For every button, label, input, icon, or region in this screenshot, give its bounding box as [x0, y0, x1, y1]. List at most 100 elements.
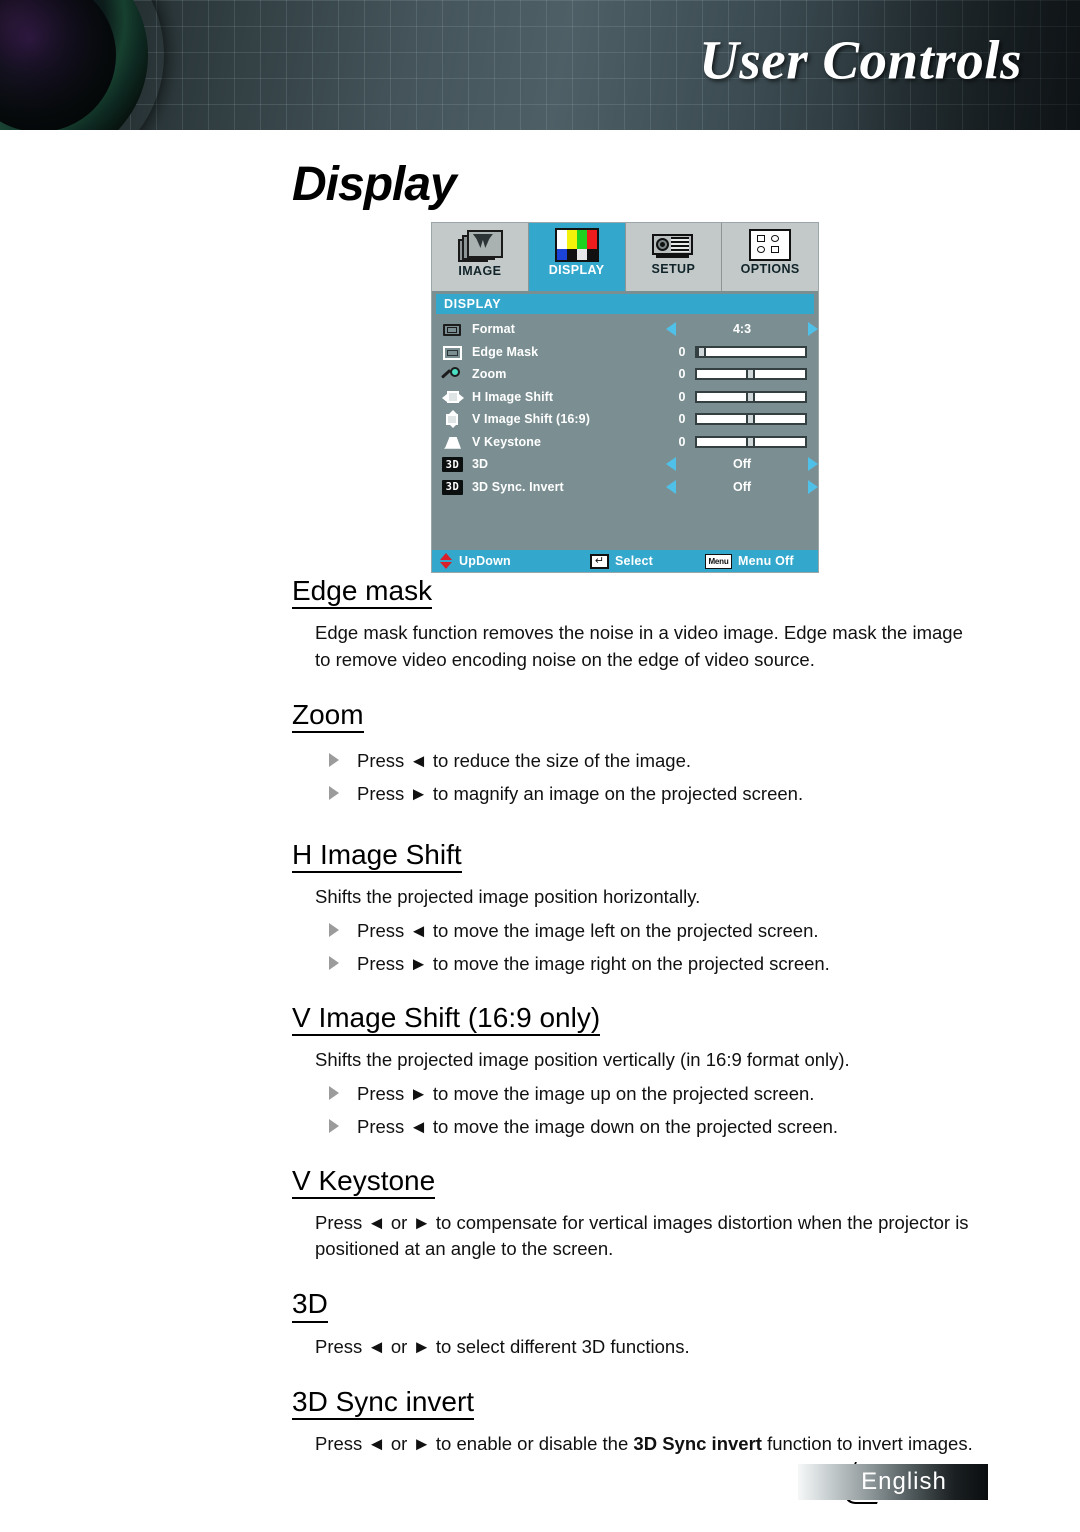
- bullet-arrow-icon: [329, 785, 339, 800]
- slider-knob[interactable]: [697, 345, 707, 358]
- list-item: Press ◄ to move the image left on the pr…: [329, 917, 1080, 946]
- bullet-arrow-icon: [329, 1118, 339, 1133]
- right-arrow-icon[interactable]: [808, 479, 818, 494]
- page-header: User Controls: [0, 0, 1080, 130]
- bullet-arrow-icon: [329, 923, 339, 938]
- bullet-list: Press ► to move the image up on the proj…: [0, 1080, 1080, 1141]
- page-title: Display: [292, 158, 457, 211]
- osd-row-3d[interactable]: 3D 3D Off: [438, 453, 818, 476]
- slider-knob[interactable]: [745, 368, 755, 381]
- osd-tab-display[interactable]: DISPLAY: [528, 223, 626, 291]
- list-item: Press ► to move the image right on the p…: [329, 950, 1080, 979]
- osd-tab-label: SETUP: [651, 262, 696, 276]
- left-arrow-icon[interactable]: [666, 479, 676, 494]
- page-footer: 31 English: [0, 1462, 1080, 1504]
- list-item-text: Press ◄ to move the image left on the pr…: [357, 920, 819, 942]
- slider-knob[interactable]: [745, 390, 755, 403]
- osd-row-v-keystone[interactable]: V Keystone 0: [438, 431, 812, 454]
- list-item-text: Press ◄ to reduce the size of the image.: [357, 750, 692, 772]
- section-paragraph: Press ◄ or ► to compensate for vertical …: [315, 1211, 969, 1260]
- section-paragraph: Shifts the projected image position hori…: [315, 885, 701, 907]
- section-paragraph: Press ◄ or ► to select different 3D func…: [315, 1335, 690, 1357]
- options-grid-icon: [749, 229, 792, 261]
- menu-key-icon: Menu: [705, 553, 732, 569]
- osd-row-label: Zoom: [472, 367, 507, 382]
- osd-row-label: Edge Mask: [472, 344, 539, 359]
- osd-row-control[interactable]: 0: [674, 345, 818, 359]
- list-item-text: Press ◄ to move the image down on the pr…: [357, 1115, 839, 1137]
- osd-row-h-image-shift[interactable]: H Image Shift 0: [438, 386, 812, 409]
- list-item: Press ◄ to reduce the size of the image.: [329, 747, 1080, 776]
- 3d-badge-icon: 3D: [442, 455, 464, 473]
- osd-row-control[interactable]: Off: [666, 479, 818, 494]
- osd-hint-updown: UpDown: [440, 553, 590, 569]
- osd-row-label: H Image Shift: [472, 389, 554, 404]
- osd-slider[interactable]: [695, 413, 807, 426]
- osd-slider[interactable]: [695, 435, 807, 448]
- osd-tab-options[interactable]: OPTIONS: [722, 223, 818, 291]
- osd-row-edge-mask[interactable]: Edge Mask 0: [438, 341, 812, 364]
- osd-hint-bar: UpDown ↵ Select Menu Menu Off: [432, 550, 818, 572]
- osd-row-control[interactable]: 4:3: [666, 322, 818, 337]
- section-heading: Zoom: [292, 699, 364, 734]
- osd-row-label: V Image Shift (16:9): [472, 412, 590, 427]
- osd-menu-screenshot: IMAGE DISPLAY SETUP OPTIONS DISPLAY Form…: [431, 222, 819, 573]
- osd-row-control[interactable]: 0: [674, 390, 818, 404]
- h-image-shift-icon: [442, 388, 464, 406]
- section-paragraph: Edge mask function removes the noise in …: [315, 622, 963, 670]
- slider-knob[interactable]: [745, 413, 755, 426]
- section-heading: V Image Shift (16:9 only): [292, 1002, 601, 1036]
- paragraph-part: Press ◄ or ► to enable or disable the: [315, 1433, 634, 1455]
- osd-row-label: Format: [472, 322, 515, 337]
- section-heading: H Image Shift: [292, 839, 462, 873]
- bullet-list: Press ◄ to move the image left on the pr…: [0, 917, 1080, 978]
- section-paragraph: Shifts the projected image position vert…: [315, 1048, 850, 1070]
- bullet-arrow-icon: [329, 1086, 339, 1101]
- right-arrow-icon[interactable]: [808, 322, 818, 337]
- osd-row-value: Off: [732, 479, 752, 494]
- osd-row-control[interactable]: 0: [674, 412, 818, 426]
- osd-section-title: DISPLAY: [436, 294, 814, 314]
- section-h-image-shift: H Image Shift Shifts the projected image…: [0, 839, 1080, 979]
- left-arrow-icon[interactable]: [666, 322, 676, 337]
- osd-row-label: V Keystone: [472, 434, 542, 449]
- osd-hint-menu-off: Menu Menu Off: [705, 553, 794, 569]
- left-arrow-icon[interactable]: [666, 457, 676, 472]
- slider-knob[interactable]: [745, 435, 755, 448]
- osd-row-v-image-shift[interactable]: V Image Shift (16:9) 0: [438, 408, 812, 431]
- 3d-badge-icon: 3D: [442, 478, 464, 496]
- osd-row-value: 0: [678, 434, 686, 449]
- section-heading: V Keystone: [292, 1165, 436, 1199]
- document-body: Edge mask Edge mask function removes the…: [0, 575, 1080, 1458]
- osd-row-control[interactable]: 0: [674, 435, 818, 449]
- osd-slider[interactable]: [695, 390, 807, 403]
- osd-row-value: 0: [678, 367, 686, 382]
- osd-tab-image[interactable]: IMAGE: [432, 223, 529, 291]
- osd-row-label: 3D Sync. Invert: [472, 479, 564, 494]
- osd-tab-setup[interactable]: SETUP: [626, 223, 723, 291]
- osd-row-value: 0: [678, 389, 686, 404]
- osd-row-value: 4:3: [732, 322, 752, 337]
- osd-row-value: 0: [678, 412, 686, 427]
- section-zoom: Zoom Press ◄ to reduce the size of the i…: [0, 699, 1080, 809]
- list-item: Press ◄ to move the image down on the pr…: [329, 1113, 1080, 1142]
- osd-hint-select: ↵ Select: [590, 553, 705, 569]
- osd-row-format[interactable]: Format 4:3: [438, 318, 818, 341]
- section-v-image-shift: V Image Shift (16:9 only) Shifts the pro…: [0, 1002, 1080, 1142]
- right-arrow-icon[interactable]: [808, 457, 818, 472]
- osd-slider[interactable]: [695, 368, 807, 381]
- osd-row-zoom[interactable]: Zoom 0: [438, 363, 812, 386]
- osd-slider[interactable]: [695, 345, 807, 358]
- paragraph-emphasis: 3D Sync invert: [633, 1433, 762, 1455]
- osd-row-control[interactable]: Off: [666, 457, 818, 472]
- language-bar: English: [798, 1464, 988, 1500]
- paragraph-part: function to invert images.: [761, 1433, 973, 1455]
- section-edge-mask: Edge mask Edge mask function removes the…: [0, 575, 1080, 673]
- list-item: Press ► to magnify an image on the proje…: [329, 780, 1080, 809]
- bullet-arrow-icon: [329, 955, 339, 970]
- osd-hint-label: Select: [615, 554, 654, 568]
- bullet-list: Press ◄ to reduce the size of the image.…: [0, 747, 1080, 808]
- osd-row-control[interactable]: 0: [674, 367, 818, 381]
- osd-row-3d-sync-invert[interactable]: 3D 3D Sync. Invert Off: [438, 476, 818, 499]
- osd-tab-label: DISPLAY: [548, 263, 605, 277]
